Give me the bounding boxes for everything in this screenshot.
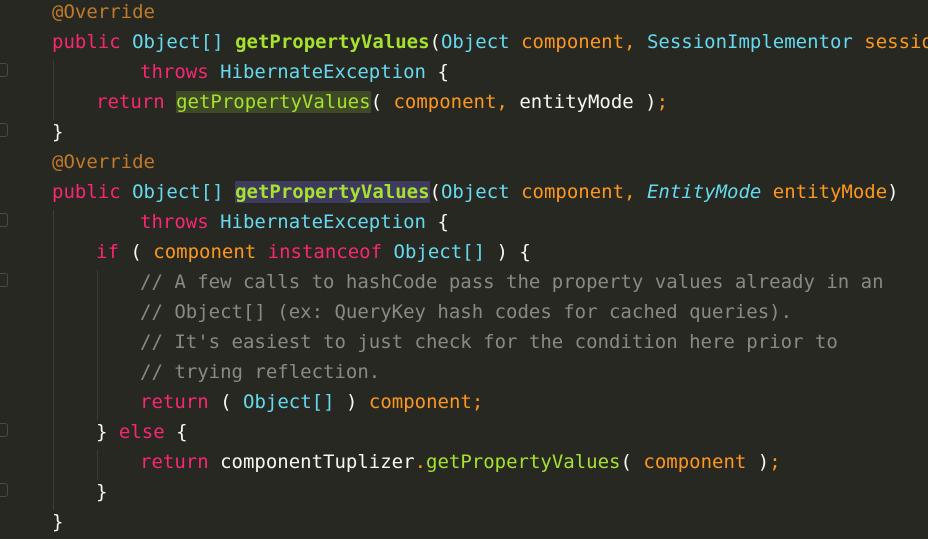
type-name: Object[] xyxy=(243,391,335,413)
type-name: HibernateException xyxy=(220,211,426,233)
punctuation: ; xyxy=(656,91,669,113)
fold-marker-icon[interactable] xyxy=(0,63,8,77)
keyword: return xyxy=(96,91,165,113)
parameter: component xyxy=(521,31,625,53)
punctuation: ; xyxy=(769,451,781,473)
keyword: return xyxy=(140,391,209,413)
punctuation: ) xyxy=(757,451,770,473)
type-name: Object[] xyxy=(132,181,224,203)
keyword: public xyxy=(52,181,121,203)
code-line[interactable]: } xyxy=(52,507,63,537)
punctuation: ( xyxy=(620,451,632,473)
comment: // It's easiest to just check for the co… xyxy=(140,331,838,353)
code-line[interactable]: // A few calls to hashCode pass the prop… xyxy=(140,267,884,297)
parameter: entityMode xyxy=(772,181,888,203)
type-name: HibernateException xyxy=(220,61,426,83)
punctuation: ; xyxy=(471,391,484,413)
punctuation: ( xyxy=(130,241,142,263)
code-line[interactable]: throws HibernateException { xyxy=(140,207,449,237)
parameter: component xyxy=(393,91,497,113)
type-name: Object xyxy=(440,31,510,53)
type-name: Object[] xyxy=(393,241,486,263)
code-line[interactable]: return getPropertyValues( component, ent… xyxy=(96,87,668,117)
code-editor[interactable]: @Override public Object[] getPropertyVal… xyxy=(0,0,928,539)
field-reference: componentTuplizer xyxy=(220,451,415,473)
code-line[interactable]: } xyxy=(96,477,107,507)
type-name: Object[] xyxy=(132,31,224,53)
code-line[interactable]: } else { xyxy=(96,417,188,447)
indent-guide xyxy=(53,210,54,510)
type-name: SessionImplementor xyxy=(646,31,853,53)
code-line[interactable]: // trying reflection. xyxy=(140,357,380,387)
comment: // Object[] (ex: QueryKey hash codes for… xyxy=(140,301,793,323)
code-line[interactable]: // Object[] (ex: QueryKey hash codes for… xyxy=(140,297,792,327)
indent-guide xyxy=(53,60,54,120)
parameter: component xyxy=(521,181,625,203)
variable: entityMode xyxy=(519,91,634,113)
code-line[interactable]: // It's easiest to just check for the co… xyxy=(140,327,838,357)
punctuation: , xyxy=(624,31,636,53)
keyword: public xyxy=(52,31,121,53)
code-line[interactable]: throws HibernateException { xyxy=(140,57,449,87)
editor-gutter xyxy=(0,0,14,539)
punctuation: ( xyxy=(429,181,441,203)
keyword: instanceof xyxy=(267,241,383,263)
indent-guide xyxy=(97,450,98,480)
parameter: session xyxy=(864,31,928,53)
punctuation: ) xyxy=(496,241,508,263)
indent-guide xyxy=(97,270,98,420)
comment: // A few calls to hashCode pass the prop… xyxy=(140,271,884,293)
annotation: @Override xyxy=(52,151,155,173)
keyword: throws xyxy=(140,61,209,83)
parameter: component xyxy=(368,391,472,413)
annotation: @Override xyxy=(52,1,155,23)
code-line[interactable]: @Override xyxy=(52,0,155,27)
punctuation: , xyxy=(496,91,508,113)
method-name: getPropertyValues xyxy=(235,31,430,53)
fold-marker-icon[interactable] xyxy=(0,273,8,287)
code-line[interactable]: public Object[] getPropertyValues(Object… xyxy=(52,27,928,57)
fold-marker-icon[interactable] xyxy=(0,483,8,497)
code-line[interactable]: @Override xyxy=(52,147,155,177)
method-call: getPropertyValues xyxy=(426,451,621,473)
punctuation: ( xyxy=(370,91,383,113)
keyword: if xyxy=(96,241,119,263)
punctuation: } xyxy=(52,511,64,533)
punctuation: ( xyxy=(220,391,232,413)
punctuation: ) xyxy=(645,91,657,113)
parameter: component xyxy=(643,451,747,473)
punctuation: { xyxy=(437,211,449,233)
code-line[interactable]: return ( Object[] ) component; xyxy=(140,387,483,417)
punctuation: } xyxy=(96,421,108,443)
code-line[interactable]: public Object[] getPropertyValues(Object… xyxy=(52,177,899,207)
fold-marker-icon[interactable] xyxy=(0,123,8,137)
code-line[interactable]: if ( component instanceof Object[] ) { xyxy=(96,237,531,267)
fold-marker-icon[interactable] xyxy=(0,213,8,227)
type-name: Object xyxy=(440,181,510,203)
method-call: getPropertyValues xyxy=(176,91,371,113)
code-line[interactable]: } xyxy=(52,117,63,147)
keyword: throws xyxy=(140,211,209,233)
punctuation: } xyxy=(52,121,64,143)
punctuation: , xyxy=(624,181,636,203)
code-line[interactable]: return componentTuplizer.getPropertyValu… xyxy=(140,447,781,477)
fold-marker-icon[interactable] xyxy=(0,423,8,437)
keyword: return xyxy=(140,451,209,473)
punctuation: ) xyxy=(345,391,358,413)
punctuation: . xyxy=(414,451,427,473)
punctuation: { xyxy=(176,421,188,443)
type-name: EntityMode xyxy=(646,181,762,203)
punctuation: { xyxy=(519,241,531,263)
punctuation: ( xyxy=(429,31,441,53)
comment: // trying reflection. xyxy=(140,361,381,383)
method-name: getPropertyValues xyxy=(235,181,430,203)
keyword: else xyxy=(118,421,165,443)
punctuation: { xyxy=(437,61,449,83)
punctuation: } xyxy=(96,481,108,503)
parameter: component xyxy=(153,241,257,263)
punctuation: ) xyxy=(887,181,899,203)
